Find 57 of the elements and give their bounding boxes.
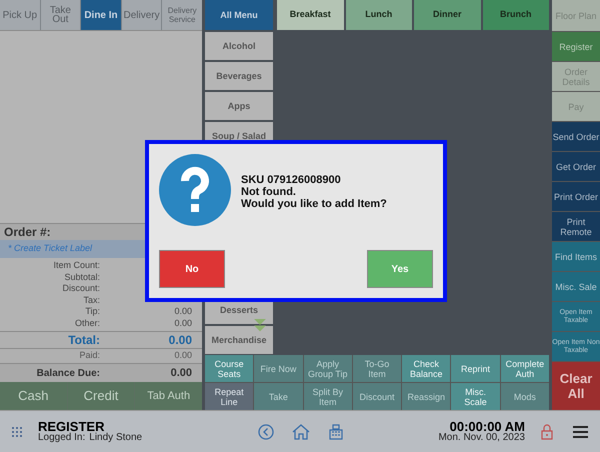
function-button[interactable]: Misc. Scale xyxy=(451,383,500,410)
side-button[interactable]: Find Items xyxy=(552,242,600,271)
menu-icon[interactable] xyxy=(573,426,588,438)
dialog-message-line: Would you like to add Item? xyxy=(241,198,387,210)
order-number-label: Order #: xyxy=(4,224,51,241)
logged-in-label: Logged In: xyxy=(38,433,86,443)
dialog-message-line: SKU 079126008900 xyxy=(241,174,342,186)
summary-label: Tax: xyxy=(82,294,100,306)
balance-value: 0.00 xyxy=(170,366,192,381)
user-name: Lindy Stone xyxy=(89,433,142,443)
category-button[interactable]: Merchandise xyxy=(205,326,273,354)
category-button[interactable]: Apps xyxy=(205,92,273,120)
summary-label: Tip: xyxy=(84,306,100,318)
dialog-cancel-button[interactable]: No xyxy=(159,250,225,288)
summary-label: Subtotal: xyxy=(63,272,100,283)
dialog-confirm-button[interactable]: Yes xyxy=(367,250,433,288)
side-button[interactable]: Send Order xyxy=(552,122,600,151)
cash-register-icon[interactable] xyxy=(328,424,344,440)
side-button[interactable]: Misc. Sale xyxy=(552,272,600,301)
lock-icon[interactable] xyxy=(541,424,553,440)
summary-label: Item Count: xyxy=(52,260,100,272)
paid-label: Paid: xyxy=(78,349,100,362)
side-button[interactable]: Clear All xyxy=(552,362,600,410)
menu-tab[interactable]: Breakfast xyxy=(277,0,344,30)
balance-label: Balance Due: xyxy=(36,366,100,380)
screen-title: REGISTER xyxy=(38,420,104,433)
menu-tab[interactable]: Brunch xyxy=(482,0,549,30)
function-button[interactable]: Reprint xyxy=(451,355,500,382)
back-icon[interactable] xyxy=(258,424,274,440)
side-button[interactable]: Register xyxy=(552,32,600,61)
side-button[interactable]: Get Order xyxy=(552,152,600,181)
side-button[interactable]: Print Remote xyxy=(552,212,600,241)
category-button[interactable]: All Menu xyxy=(205,0,273,30)
summary-value: 0.00 xyxy=(174,306,192,316)
question-icon xyxy=(159,154,231,226)
category-button[interactable]: Alcohol xyxy=(205,32,273,60)
side-button[interactable]: Print Order xyxy=(552,182,600,211)
summary-value: 0.00 xyxy=(174,318,192,328)
dialog-message-line: Not found. xyxy=(241,186,297,198)
function-button[interactable]: Course Seats xyxy=(205,355,254,382)
order-type-tab[interactable]: Dine In xyxy=(81,0,121,30)
function-button[interactable]: Complete Auth xyxy=(500,355,549,382)
total-value: 0.00 xyxy=(168,332,192,349)
function-button[interactable]: Repeat Line xyxy=(205,383,254,410)
summary-label: Other: xyxy=(74,318,100,329)
menu-tab[interactable]: Dinner xyxy=(414,0,480,30)
clock-time: 00:00:00 AM xyxy=(450,420,525,433)
grid-menu-icon[interactable] xyxy=(12,426,22,436)
menu-tab[interactable]: Lunch xyxy=(346,0,412,30)
summary-label: Discount: xyxy=(61,283,100,294)
scroll-down-icon[interactable] xyxy=(252,319,268,332)
home-icon[interactable] xyxy=(292,424,310,440)
function-button[interactable]: Check Balance xyxy=(402,355,450,382)
total-label: Total: xyxy=(67,332,100,348)
clock-date: Mon. Nov. 00, 2023 xyxy=(438,433,525,443)
category-button[interactable]: Beverages xyxy=(205,62,273,90)
paid-value: 0.00 xyxy=(174,349,192,362)
